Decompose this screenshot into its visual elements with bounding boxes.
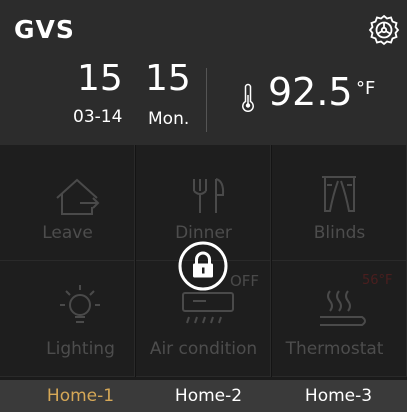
- tile-blinds[interactable]: Blinds: [272, 145, 407, 261]
- header-divider: [206, 68, 207, 132]
- gear-icon[interactable]: [368, 14, 400, 46]
- tile-leave[interactable]: Leave: [0, 145, 135, 261]
- temperature-unit: °F: [356, 78, 376, 99]
- tile-aircon-label: Air condition: [149, 339, 258, 359]
- thermometer-icon: [239, 83, 257, 113]
- tile-lighting-label: Lighting: [46, 339, 115, 359]
- tab-home-2[interactable]: Home-2: [141, 380, 276, 412]
- page-tab-bar: Home-1 Home-2 Home-3: [0, 380, 407, 412]
- house-exit-icon: [56, 178, 100, 215]
- clock-hour: 15: [77, 58, 123, 99]
- tile-lighting[interactable]: Lighting: [0, 261, 135, 377]
- control-panel-screen: GVS 15 15 03-14 Mon. 92.5 °F Leave Dinne…: [0, 0, 407, 412]
- tile-leave-label: Leave: [42, 223, 93, 243]
- tile-blinds-label: Blinds: [313, 223, 366, 243]
- temperature-value: 92.5: [268, 70, 353, 114]
- tile-thermostat-label: Thermostat: [285, 339, 384, 359]
- padlock-icon[interactable]: [177, 240, 229, 292]
- weekday-label: Mon.: [148, 109, 190, 129]
- thermostat-setpoint: 56°F: [362, 273, 393, 288]
- date-label: 03-14: [73, 107, 123, 127]
- clock-minute: 15: [145, 58, 191, 99]
- blinds-icon: [322, 176, 356, 212]
- brand-logo: GVS: [14, 15, 75, 44]
- tab-home-1[interactable]: Home-1: [13, 380, 148, 412]
- bulb-icon: [60, 285, 100, 323]
- status-header: GVS 15 15 03-14 Mon. 92.5 °F: [0, 0, 407, 145]
- dinner-status: OFF: [230, 272, 260, 290]
- tab-home-3[interactable]: Home-3: [271, 380, 406, 412]
